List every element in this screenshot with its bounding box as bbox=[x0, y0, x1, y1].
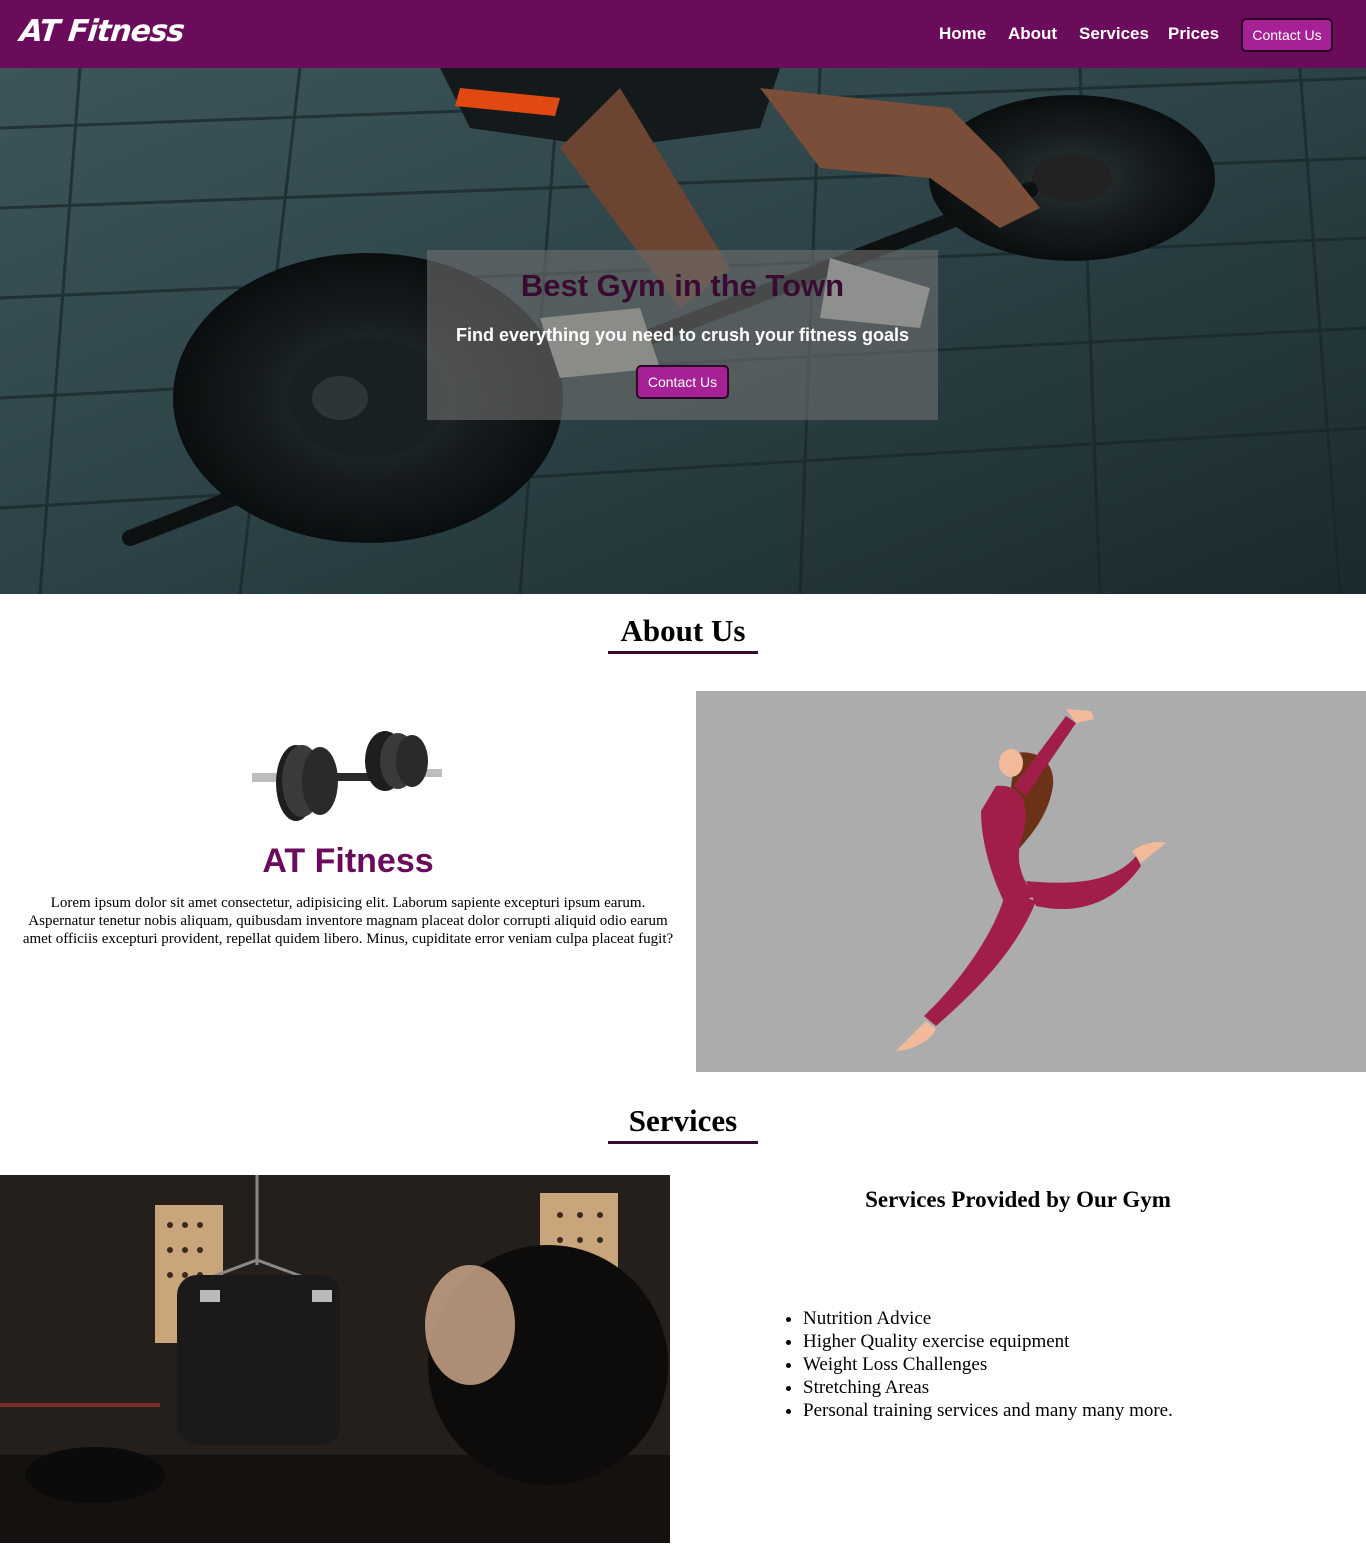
about-description: Lorem ipsum dolor sit amet consectetur, … bbox=[22, 895, 674, 947]
nav-link-services[interactable]: Services bbox=[1079, 24, 1149, 44]
hero-title: Best Gym in the Town bbox=[520, 268, 845, 303]
hero-banner: Best Gym in the Town Find everything you… bbox=[0, 68, 1366, 594]
navbar: AT Fitness Home About Services Prices Co… bbox=[0, 0, 1366, 68]
about-info-panel: AT Fitness Lorem ipsum dolor sit amet co… bbox=[0, 691, 696, 1072]
services-heading: Services bbox=[608, 1103, 758, 1144]
services-list: Nutrition Advice Higher Quality exercise… bbox=[803, 1307, 1173, 1422]
brand-logo[interactable]: AT Fitness bbox=[18, 14, 185, 49]
about-brand-title: AT Fitness bbox=[262, 842, 434, 880]
list-item: Personal training services and many many… bbox=[803, 1399, 1173, 1422]
nav-link-about[interactable]: About bbox=[1008, 24, 1057, 44]
services-image bbox=[0, 1175, 670, 1543]
nav-contact-button[interactable]: Contact Us bbox=[1241, 18, 1333, 52]
list-item: Stretching Areas bbox=[803, 1376, 1173, 1399]
dumbbell-icon bbox=[252, 731, 442, 821]
list-item: Weight Loss Challenges bbox=[803, 1353, 1173, 1376]
dancer-illustration bbox=[896, 709, 1166, 1051]
about-illustration bbox=[696, 691, 1366, 1072]
nav-link-prices[interactable]: Prices bbox=[1168, 24, 1219, 44]
list-item: Higher Quality exercise equipment bbox=[803, 1330, 1173, 1353]
list-item: Nutrition Advice bbox=[803, 1307, 1173, 1330]
about-heading: About Us bbox=[608, 613, 758, 654]
services-subheading: Services Provided by Our Gym bbox=[865, 1187, 1171, 1212]
punching-bag-photo bbox=[0, 1175, 670, 1543]
hero-contact-button[interactable]: Contact Us bbox=[636, 365, 729, 399]
hero-subtitle: Find everything you need to crush your f… bbox=[455, 325, 910, 345]
nav-link-home[interactable]: Home bbox=[939, 24, 986, 44]
hero-text-box: Best Gym in the Town Find everything you… bbox=[427, 250, 938, 420]
